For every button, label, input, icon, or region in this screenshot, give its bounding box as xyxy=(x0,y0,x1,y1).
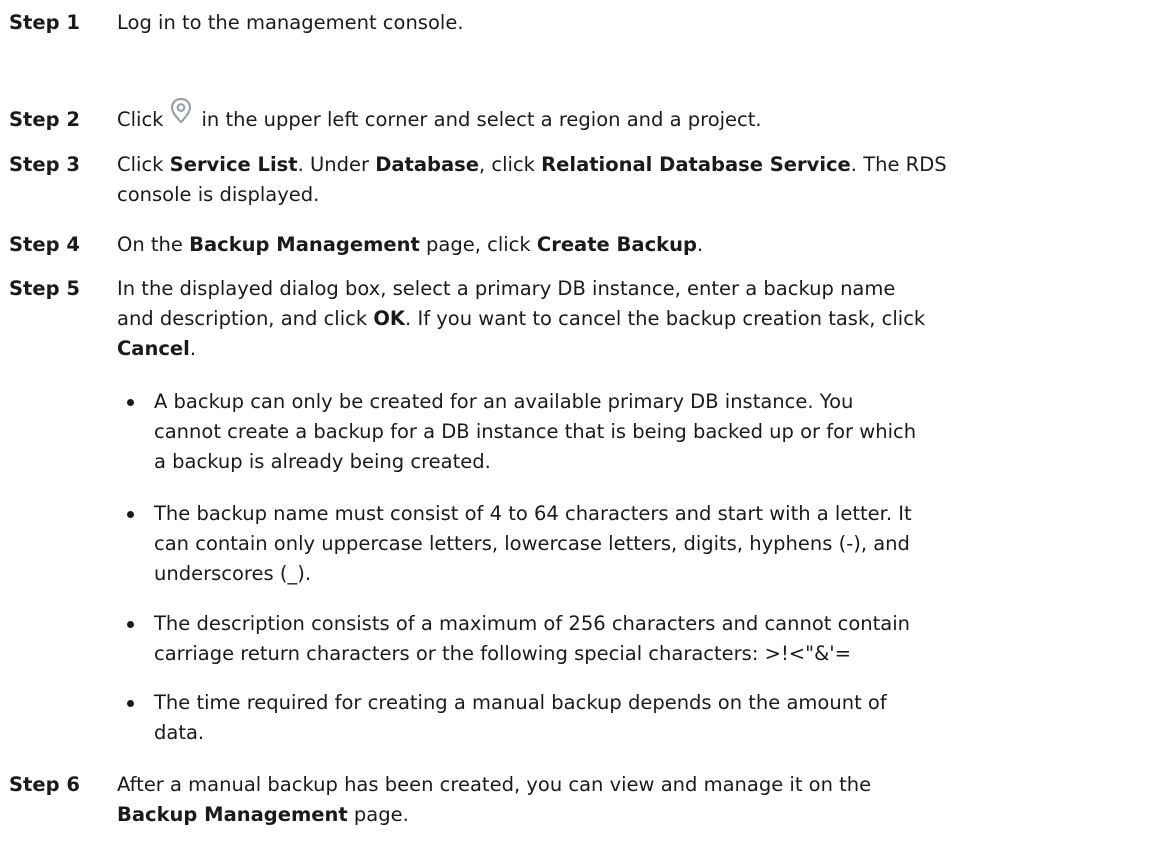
bullet-icon xyxy=(127,399,134,406)
ui-term: Cancel xyxy=(117,337,190,360)
step-label: Step 5 xyxy=(9,277,80,300)
step-text: , click xyxy=(478,153,542,176)
bullet-icon xyxy=(127,511,134,518)
step-label: Step 1 xyxy=(9,11,80,34)
step-label: Step 3 xyxy=(9,153,80,176)
ui-term: Service List xyxy=(169,153,298,176)
location-pin-icon[interactable] xyxy=(167,96,195,126)
step-text: . xyxy=(189,337,197,360)
step-label: Step 2 xyxy=(9,108,80,131)
list-item-text: A backup can only be created for an avai… xyxy=(154,390,854,413)
step-label: Step 4 xyxy=(9,233,80,256)
step-text: in the upper left corner and select a re… xyxy=(201,108,762,131)
list-item-text: carriage return characters or the follow… xyxy=(154,642,851,665)
ui-term: Backup Management xyxy=(189,233,420,256)
step-text: page. xyxy=(347,803,409,826)
step-text: Log in to the management console. xyxy=(117,11,464,34)
ui-term: Relational Database Service xyxy=(541,153,851,176)
step-text: Click xyxy=(117,153,170,176)
list-item-text: can contain only uppercase letters, lowe… xyxy=(154,532,910,555)
bullet-icon xyxy=(127,700,134,707)
step-text: console is displayed. xyxy=(117,183,320,206)
step-text: page, click xyxy=(419,233,537,256)
list-item-text: data. xyxy=(154,721,205,744)
step-text: In the displayed dialog box, select a pr… xyxy=(117,277,896,300)
step-text: . Under xyxy=(297,153,376,176)
list-item-text: The backup name must consist of 4 to 64 … xyxy=(154,502,912,525)
ui-term: Backup Management xyxy=(117,803,348,826)
step-text: After a manual backup has been created, … xyxy=(117,773,872,796)
list-item-text: a backup is already being created. xyxy=(154,450,491,473)
ui-term: Database xyxy=(375,153,479,176)
step-text: On the xyxy=(117,233,190,256)
list-item-text: The time required for creating a manual … xyxy=(154,691,887,714)
step-text: . If you want to cancel the backup creat… xyxy=(405,307,926,330)
list-item-text: cannot create a backup for a DB instance… xyxy=(154,420,917,443)
bullet-icon xyxy=(127,621,134,628)
ui-term: OK xyxy=(373,307,406,330)
step-text: . The RDS xyxy=(850,153,947,176)
step-label: Step 6 xyxy=(9,773,80,796)
list-item-text: The description consists of a maximum of… xyxy=(154,612,911,635)
ui-term: Create Backup xyxy=(536,233,697,256)
list-item-text: underscores (_). xyxy=(154,562,312,585)
step-text: and description, and click xyxy=(117,307,374,330)
step-text: Click xyxy=(117,108,164,131)
step-text: . xyxy=(696,233,704,256)
